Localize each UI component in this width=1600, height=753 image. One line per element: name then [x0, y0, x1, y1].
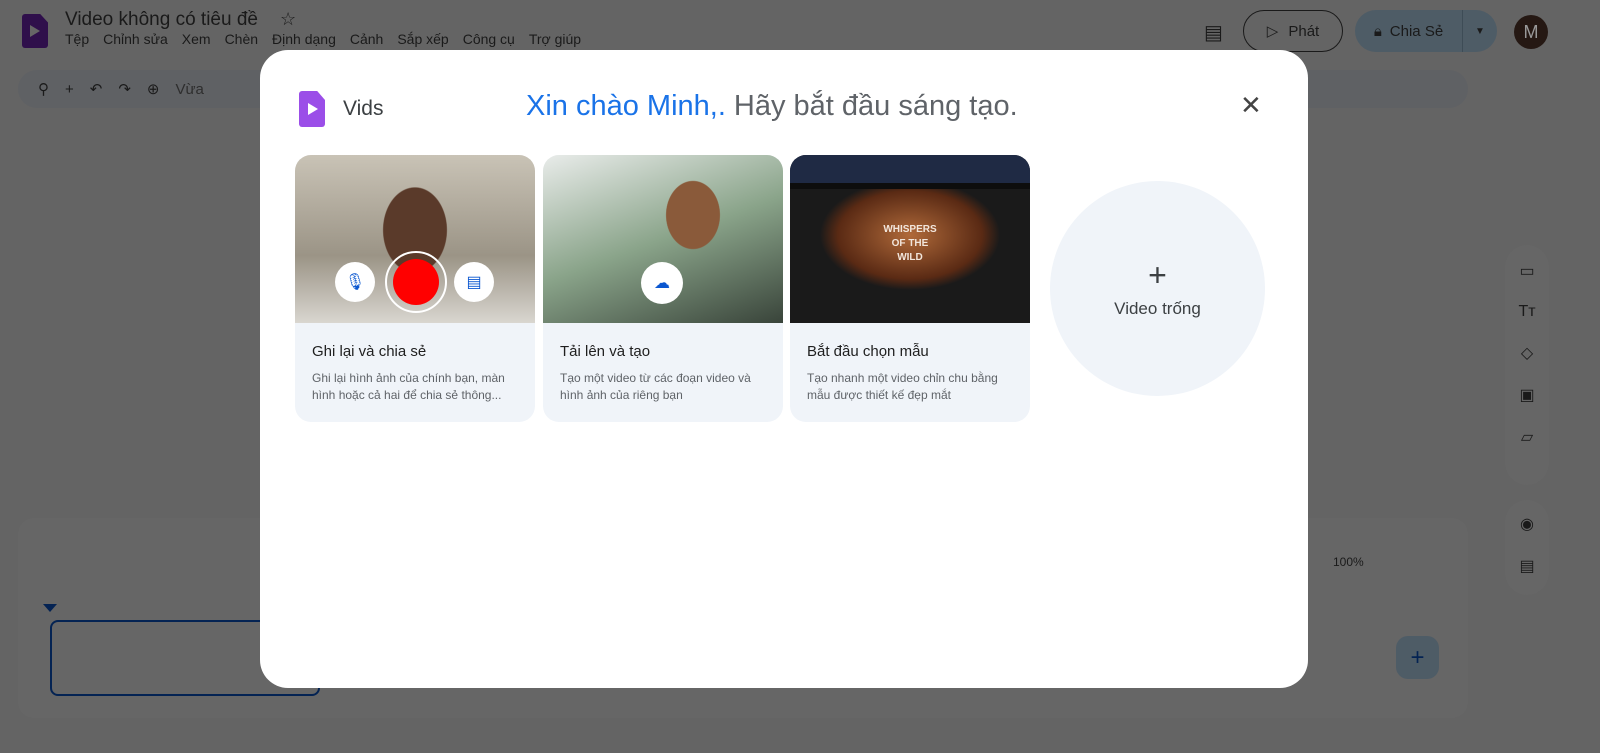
side-panel: ▭ Tт ◇ ▣ ▱ — [1505, 245, 1549, 485]
card-title: Bắt đầu chọn mẫu — [807, 343, 929, 360]
greeting-subtitle: Hãy bắt đầu sáng tạo. — [733, 90, 1018, 122]
template-thumbnail: WHISPERS OF THE WILD — [790, 155, 1030, 323]
menu-insert[interactable]: Chèn — [225, 31, 258, 47]
card-description: Tạo nhanh một video chỉn chu bằng mẫu đư… — [807, 371, 998, 402]
play-button[interactable]: ▷ Phát — [1243, 10, 1343, 52]
play-label: Phát — [1288, 22, 1320, 40]
record-button[interactable] — [385, 251, 447, 313]
menu-edit[interactable]: Chỉnh sửa — [103, 31, 168, 47]
menu-tools[interactable]: Công cụ — [463, 31, 515, 47]
menu-arrange[interactable]: Sắp xếp — [397, 31, 448, 47]
menu-scene[interactable]: Cảnh — [350, 31, 383, 47]
captions-icon[interactable]: ▭ — [1519, 261, 1534, 281]
upload-thumbnail: ☁ — [543, 155, 783, 323]
zoom-fit-select[interactable]: Vừa — [176, 81, 204, 98]
menu-view[interactable]: Xem — [182, 31, 211, 47]
add-scene-button[interactable]: + — [1396, 636, 1439, 679]
record-and-share-card[interactable]: 🎙︎ ▤ Ghi lại và chia sẻ Ghi lại hình ảnh… — [295, 155, 535, 422]
card-title: Ghi lại và chia sẻ — [312, 343, 427, 360]
document-icon[interactable]: ▤ — [454, 262, 494, 302]
upload-and-create-card[interactable]: ☁ Tải lên và tạo Tạo một video từ các đo… — [543, 155, 783, 422]
choose-template-card[interactable]: WHISPERS OF THE WILD Bắt đầu chọn mẫu Tạ… — [790, 155, 1030, 422]
share-label: Chia Sẻ — [1389, 22, 1444, 40]
blank-video-button[interactable]: + Video trống — [1050, 181, 1265, 396]
play-icon: ▷ — [1266, 23, 1279, 40]
redo-icon[interactable]: ↷ — [118, 80, 131, 98]
cloud-upload-icon[interactable]: ☁ — [641, 262, 683, 304]
record-thumbnail: 🎙︎ ▤ — [295, 155, 535, 323]
text-icon[interactable]: Tт — [1518, 303, 1535, 321]
avatar[interactable]: M — [1514, 15, 1548, 49]
document-title[interactable]: Video không có tiêu đề — [65, 9, 258, 31]
close-icon[interactable]: ✕ — [1240, 90, 1262, 121]
microphone-icon[interactable]: 🎙︎ — [335, 262, 375, 302]
card-description: Ghi lại hình ảnh của chính bạn, màn hình… — [312, 371, 505, 402]
vids-logo[interactable] — [22, 14, 48, 48]
share-button[interactable]: 🔒︎ Chia Sẻ ▼ — [1355, 10, 1497, 52]
media-icon[interactable]: ▣ — [1519, 385, 1534, 405]
lock-icon: 🔒︎ — [1373, 22, 1382, 40]
shapes-icon[interactable]: ◇ — [1521, 343, 1533, 363]
record-icon[interactable]: ◉ — [1520, 514, 1534, 534]
blank-video-label: Video trống — [1114, 298, 1201, 318]
menu-file[interactable]: Tệp — [65, 31, 89, 47]
card-title: Tải lên và tạo — [560, 343, 651, 360]
add-icon[interactable]: + — [65, 81, 74, 98]
folder-icon[interactable]: ▱ — [1521, 427, 1533, 447]
vids-logo — [299, 91, 325, 127]
timeline-zoom[interactable]: 100% — [1333, 555, 1364, 569]
undo-icon[interactable]: ↶ — [90, 80, 103, 98]
chevron-down-icon[interactable]: ▼ — [1463, 26, 1497, 37]
brand-name: Vids — [343, 97, 384, 120]
plus-icon: + — [1148, 256, 1167, 293]
star-icon[interactable]: ☆ — [280, 9, 296, 30]
search-icon[interactable]: ⚲ — [38, 80, 49, 98]
thumbnail-text: WHISPERS OF THE WILD — [883, 224, 937, 263]
greeting: Xin chào Minh,. Hãy bắt đầu sáng tạo. — [526, 90, 1018, 123]
comment-icon[interactable]: ▤ — [1204, 20, 1223, 45]
welcome-dialog: Vids Xin chào Minh,. Hãy bắt đầu sáng tạo… — [260, 50, 1308, 688]
card-description: Tạo một video từ các đoạn video và hình … — [560, 371, 751, 402]
side-panel-record: ◉ ▤ — [1505, 500, 1549, 595]
zoom-icon[interactable]: ⊕ — [147, 80, 160, 98]
playhead[interactable] — [43, 604, 57, 612]
menu-bar: Tệp Chỉnh sửa Xem Chèn Định dạng Cảnh Sắ… — [65, 31, 581, 47]
script-icon[interactable]: ▤ — [1519, 556, 1534, 576]
menu-help[interactable]: Trợ giúp — [529, 31, 581, 47]
menu-format[interactable]: Định dạng — [272, 31, 336, 47]
greeting-name: Xin chào Minh,. — [526, 90, 726, 122]
